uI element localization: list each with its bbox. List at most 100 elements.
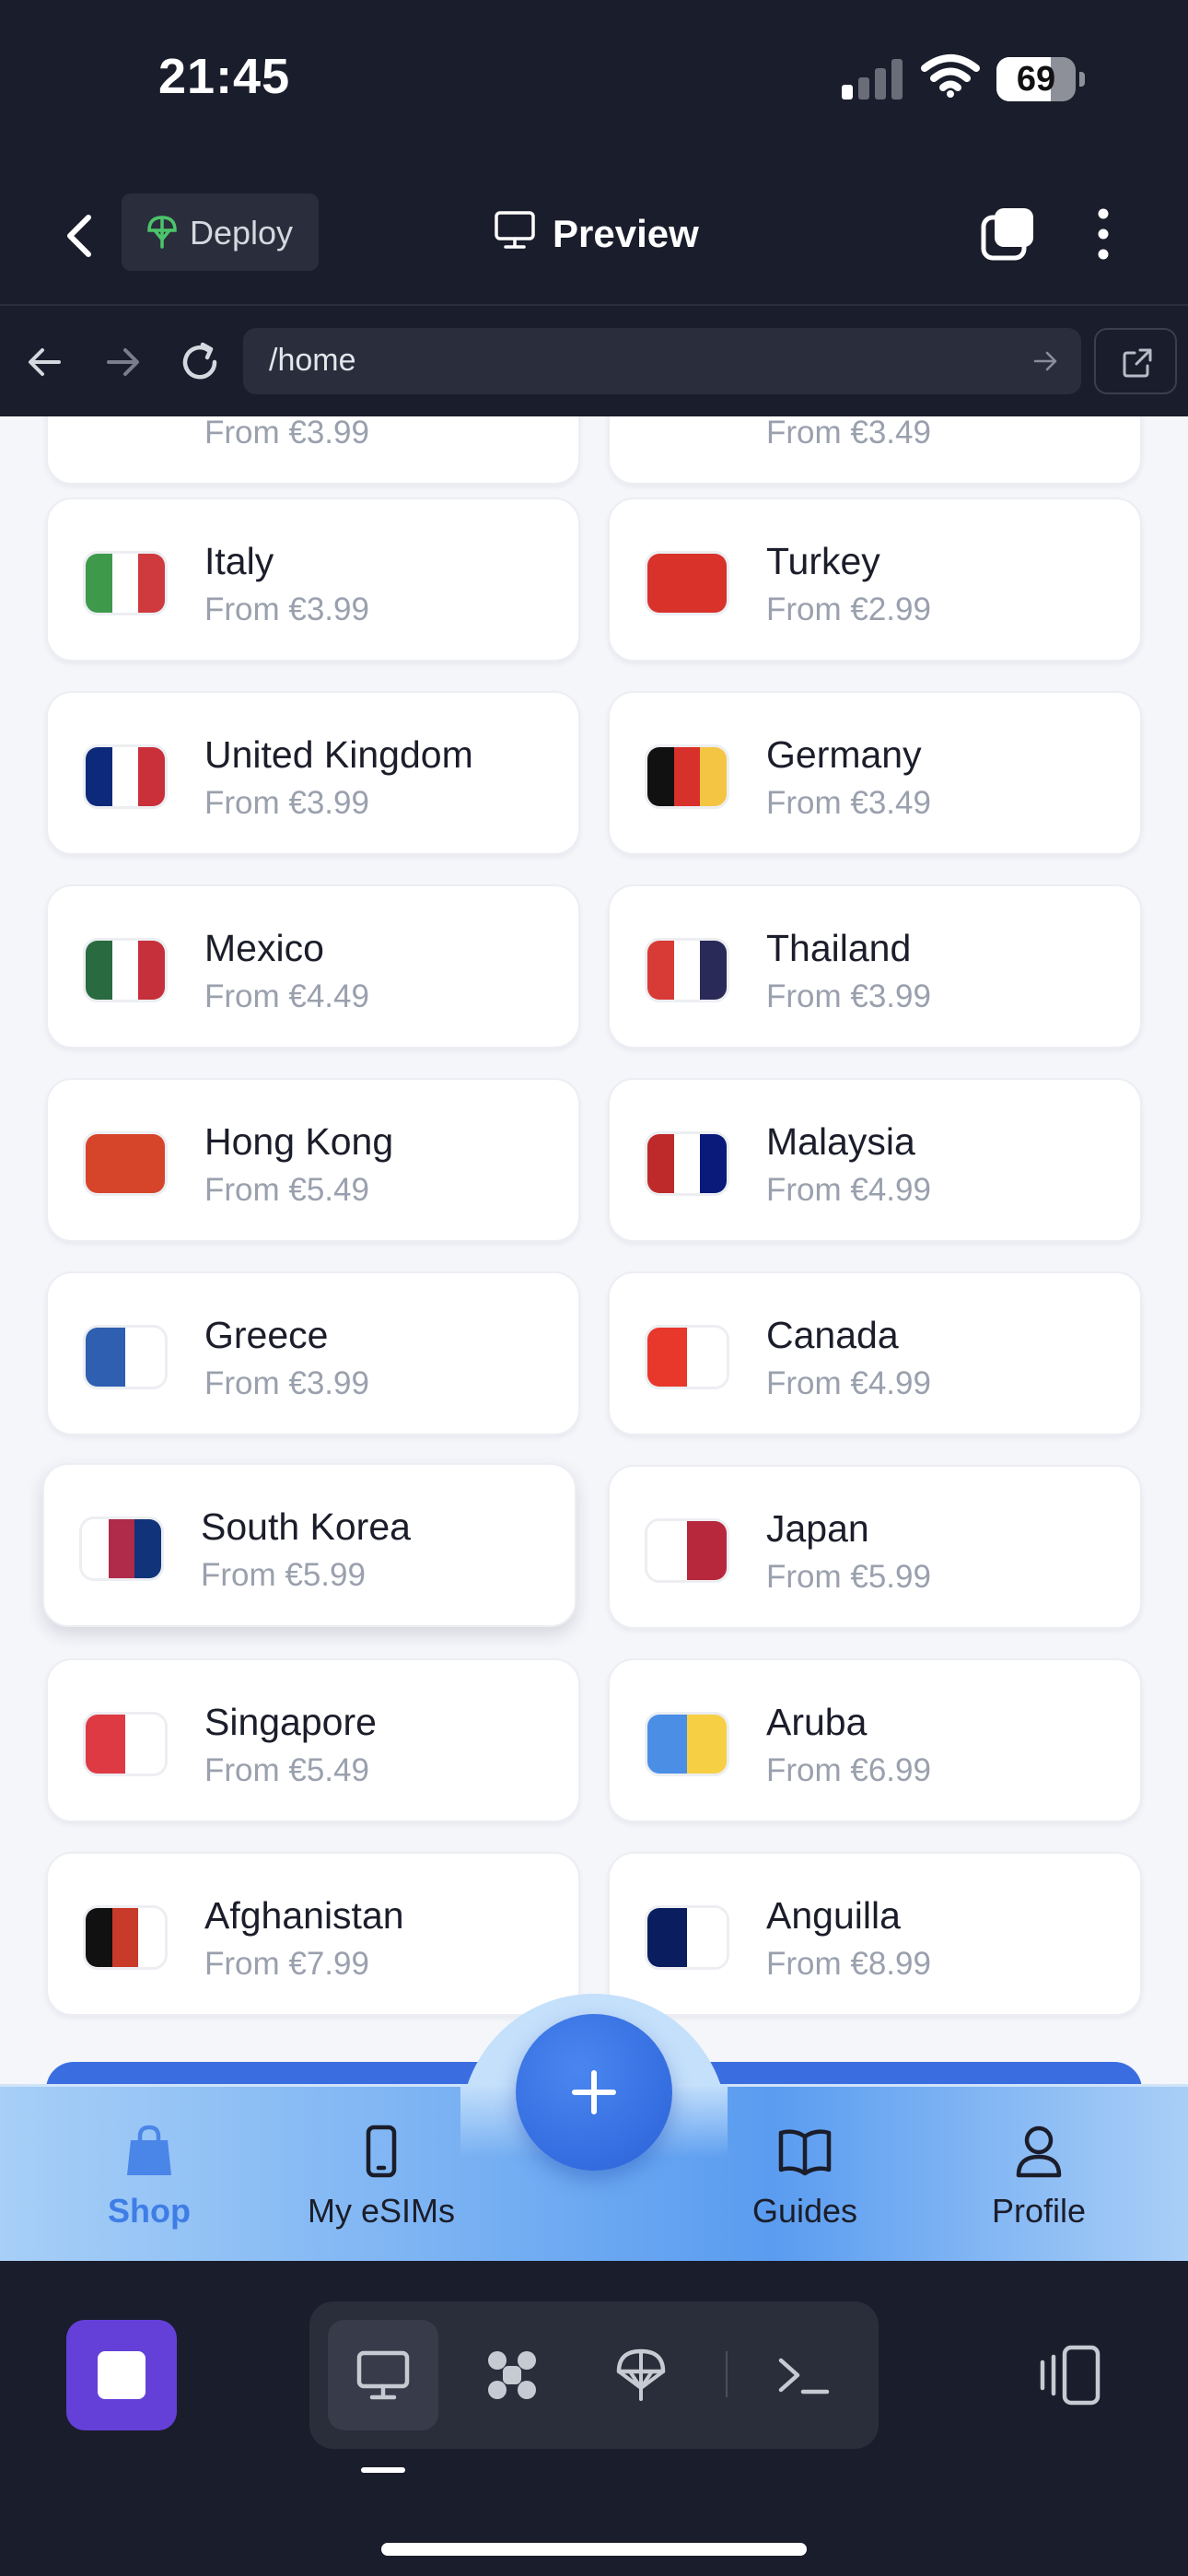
- country-card-germany[interactable]: Germany From €3.49: [608, 691, 1142, 855]
- flag-icon: [645, 1712, 729, 1776]
- country-price: From €2.99: [766, 591, 931, 627]
- flag-icon: [79, 1516, 164, 1581]
- country-card-thailand[interactable]: Thailand From €3.99: [608, 884, 1142, 1048]
- country-card-mexico[interactable]: Mexico From €4.49: [46, 884, 580, 1048]
- cellular-signal-icon: [842, 59, 906, 100]
- flag-icon: [83, 1712, 168, 1776]
- wifi-icon: [921, 54, 980, 98]
- country-name: Greece: [204, 1314, 329, 1356]
- open-external-button[interactable]: [1094, 328, 1177, 394]
- integrations-tool-button[interactable]: [457, 2320, 567, 2430]
- country-card-canada[interactable]: Canada From €4.99: [608, 1271, 1142, 1435]
- country-card-anguilla[interactable]: Anguilla From €8.99: [608, 1852, 1142, 2016]
- country-price: From €4.99: [766, 1172, 931, 1208]
- back-icon[interactable]: [52, 206, 107, 265]
- deploy-icon: [147, 216, 177, 249]
- country-name: Japan: [766, 1507, 869, 1550]
- country-card-greece[interactable]: Greece From €3.99: [46, 1271, 580, 1435]
- deploy-tool-button[interactable]: [586, 2320, 696, 2430]
- country-list: From €3.99 From €3.49 Italy From €3.99 Tur…: [0, 416, 1188, 2084]
- refresh-icon[interactable]: [177, 339, 223, 385]
- terminal-icon: [778, 2358, 830, 2395]
- url-input[interactable]: /home: [243, 328, 1081, 394]
- country-price: From €3.99: [204, 785, 369, 821]
- url-text: /home: [269, 343, 356, 378]
- flag-icon: [645, 1131, 729, 1196]
- tabs-icon[interactable]: [980, 205, 1037, 262]
- country-card[interactable]: From €3.49: [608, 416, 1142, 485]
- tab-profile[interactable]: Profile: [938, 2124, 1140, 2243]
- battery-icon: 69: [996, 57, 1085, 101]
- app-header: Deploy Preview: [0, 166, 1188, 306]
- country-card-malaysia[interactable]: Malaysia From €4.99: [608, 1078, 1142, 1242]
- country-card[interactable]: From €3.99: [46, 416, 580, 485]
- flag-icon: [645, 1518, 729, 1583]
- tab-profile-label: Profile: [991, 2192, 1087, 2230]
- country-card-united-kingdom[interactable]: United Kingdom From €3.99: [46, 691, 580, 855]
- tab-guides[interactable]: Guides: [704, 2124, 906, 2243]
- active-tool-indicator: [361, 2467, 405, 2473]
- shopping-bag-icon: [127, 2125, 171, 2175]
- device-rotate-icon[interactable]: [1030, 2344, 1103, 2408]
- country-price: From €8.99: [766, 1946, 931, 1982]
- country-price: From €5.49: [204, 1172, 369, 1208]
- tab-shop[interactable]: Shop: [48, 2124, 250, 2243]
- country-card-south-korea[interactable]: South Korea From €5.99: [42, 1463, 577, 1627]
- country-name: Turkey: [766, 540, 880, 582]
- more-options-icon[interactable]: [1087, 205, 1120, 263]
- flag-icon: [83, 744, 168, 809]
- tool-separator: [726, 2351, 728, 2397]
- country-price: From €3.99: [204, 416, 369, 451]
- country-name: Germany: [766, 733, 922, 776]
- person-icon: [1016, 2125, 1062, 2178]
- go-arrow-icon[interactable]: [1031, 346, 1061, 376]
- country-card-turkey[interactable]: Turkey From €2.99: [608, 498, 1142, 662]
- flag-icon: [645, 938, 729, 1002]
- preview-tool-button[interactable]: [328, 2320, 438, 2430]
- country-card-aruba[interactable]: Aruba From €6.99: [608, 1658, 1142, 1822]
- country-name: United Kingdom: [204, 733, 473, 776]
- country-card-afghanistan[interactable]: Afghanistan From €7.99: [46, 1852, 580, 2016]
- country-price: From €3.49: [766, 416, 931, 451]
- add-button[interactable]: [516, 2014, 672, 2171]
- ide-toolbar: [0, 2261, 1188, 2576]
- flag-icon: [83, 1905, 168, 1970]
- deploy-label: Deploy: [190, 214, 294, 252]
- country-name: Hong Kong: [204, 1120, 394, 1163]
- parachute-icon: [616, 2348, 666, 2401]
- country-price: From €5.99: [201, 1557, 366, 1593]
- flag-icon: [645, 1325, 729, 1389]
- country-card-hong-kong[interactable]: Hong Kong From €5.49: [46, 1078, 580, 1242]
- tool-switcher: [309, 2301, 879, 2449]
- external-link-icon: [1123, 348, 1152, 378]
- country-name: Mexico: [204, 927, 324, 969]
- stop-button[interactable]: [66, 2320, 177, 2430]
- country-name: Malaysia: [766, 1120, 915, 1163]
- status-time: 21:45: [158, 49, 291, 104]
- phone-icon: [366, 2125, 397, 2178]
- country-price: From €4.49: [204, 978, 369, 1014]
- blocks-icon: [488, 2351, 536, 2399]
- status-bar: 21:45 69: [0, 0, 1188, 166]
- flag-icon: [83, 551, 168, 615]
- country-price: From €3.99: [204, 1365, 369, 1401]
- flag-icon: [645, 744, 729, 809]
- flag-icon: [83, 938, 168, 1002]
- country-card-italy[interactable]: Italy From €3.99: [46, 498, 580, 662]
- country-card-singapore[interactable]: Singapore From €5.49: [46, 1658, 580, 1822]
- country-name: Italy: [204, 540, 274, 582]
- country-price: From €6.99: [766, 1752, 931, 1788]
- browser-forward-icon[interactable]: [99, 339, 146, 385]
- flag-icon: [645, 1905, 729, 1970]
- country-name: Canada: [766, 1314, 899, 1356]
- deploy-button[interactable]: Deploy: [122, 193, 319, 271]
- terminal-tool-button[interactable]: [748, 2320, 858, 2430]
- country-price: From €3.49: [766, 785, 931, 821]
- tab-my-esims[interactable]: My eSIMs: [280, 2124, 483, 2243]
- monitor-icon: [356, 2350, 410, 2400]
- browser-back-icon[interactable]: [22, 339, 68, 385]
- country-price: From €7.99: [204, 1946, 369, 1982]
- home-indicator: [381, 2543, 807, 2556]
- country-name: Anguilla: [766, 1894, 901, 1937]
- country-card-japan[interactable]: Japan From €5.99: [608, 1465, 1142, 1629]
